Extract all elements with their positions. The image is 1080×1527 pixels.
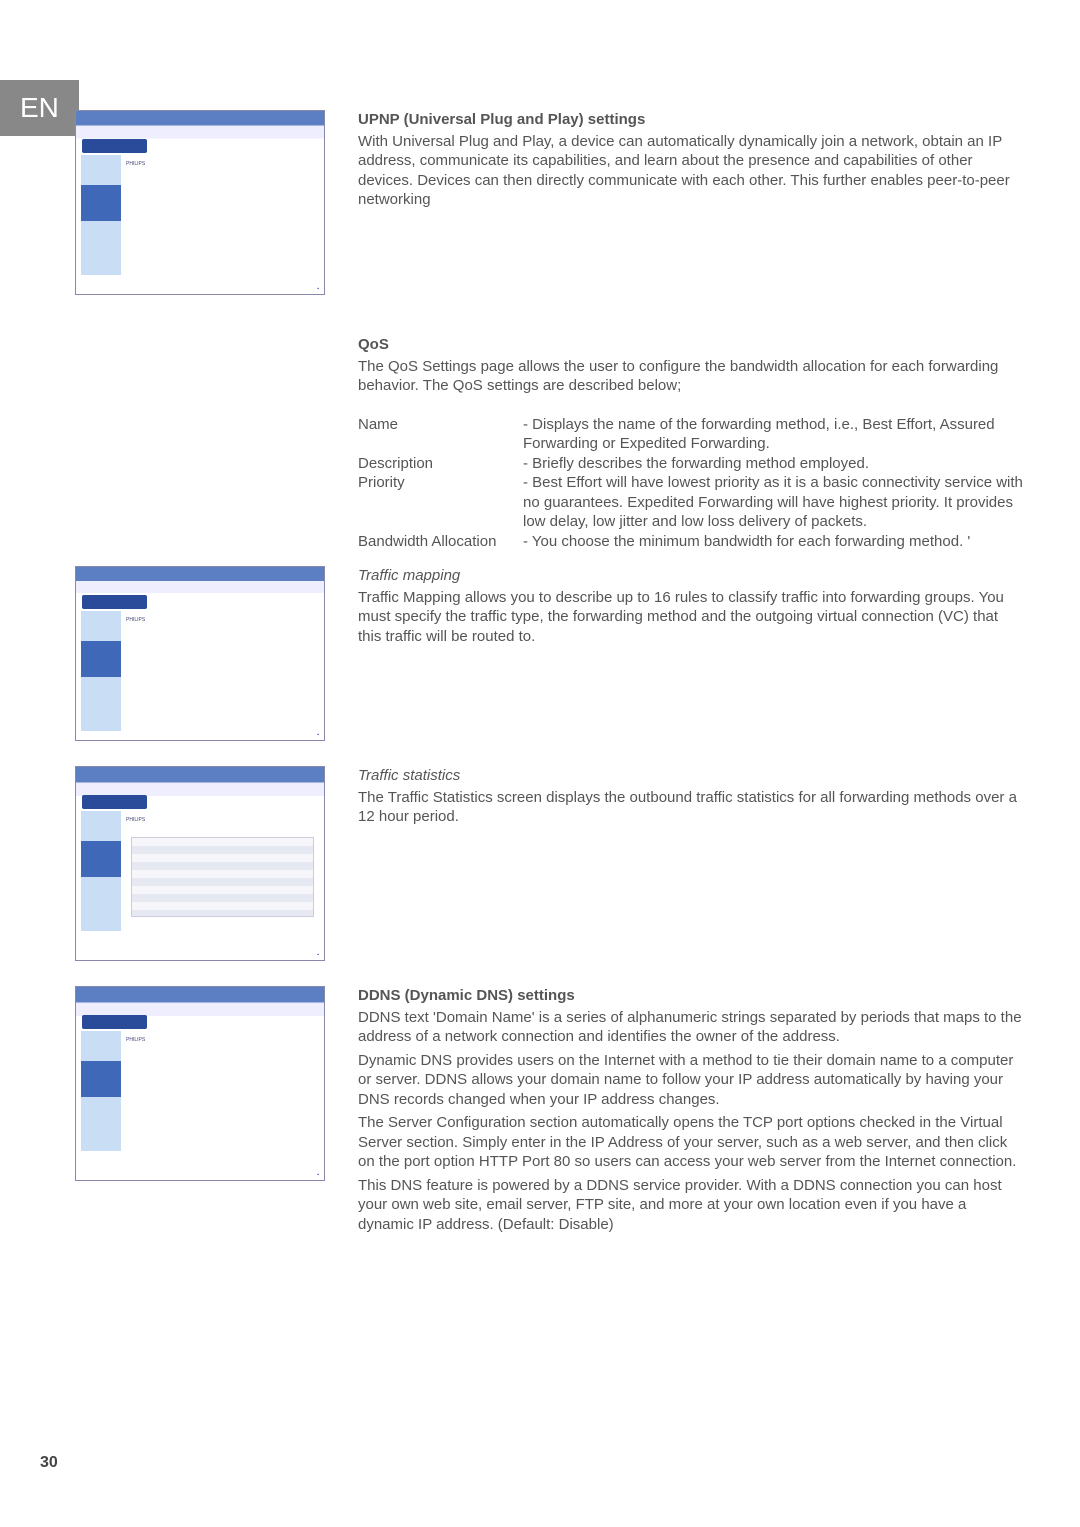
page-number: 30 <box>40 1454 58 1472</box>
upnp-screenshot-thumbnail: PHILIPS ▪ <box>75 110 325 295</box>
ddns-p4: This DNS feature is powered by a DDNS se… <box>358 1176 1025 1235</box>
qos-val: - Displays the name of the forwarding me… <box>523 415 1025 454</box>
qos-term: Name <box>358 415 523 454</box>
ddns-heading: DDNS (Dynamic DNS) settings <box>358 986 1025 1006</box>
traffic-stats-heading: Traffic statistics <box>358 766 1025 786</box>
qos-intro: The QoS Settings page allows the user to… <box>358 357 1025 396</box>
qos-definitions: Name - Displays the name of the forwardi… <box>358 415 1025 552</box>
qos-row: QoS The QoS Settings page allows the use… <box>75 335 1025 551</box>
qos-term: Bandwidth Allocation <box>358 532 523 552</box>
traffic-mapping-row: PHILIPS ▪ Traffic mapping Traffic Mappin… <box>75 566 1025 751</box>
language-badge: EN <box>0 80 79 136</box>
qos-term: Priority <box>358 473 523 532</box>
traffic-stats-body: The Traffic Statistics screen displays t… <box>358 788 1025 827</box>
qos-val: - Briefly describes the forwarding metho… <box>523 454 1025 474</box>
ddns-p1: DDNS text 'Domain Name' is a series of a… <box>358 1008 1025 1047</box>
qos-val: - Best Effort will have lowest priority … <box>523 473 1025 532</box>
qos-val: - You choose the minimum bandwidth for e… <box>523 532 1025 552</box>
traffic-stats-row: PHILIPS ▪ Traffic statistics The Traffic… <box>75 766 1025 971</box>
traffic-mapping-heading: Traffic mapping <box>358 566 1025 586</box>
upnp-body: With Universal Plug and Play, a device c… <box>358 132 1025 210</box>
upnp-row: PHILIPS ▪ UPNP (Universal Plug and Play)… <box>75 110 1025 305</box>
ddns-p2: Dynamic DNS provides users on the Intern… <box>358 1051 1025 1110</box>
traffic-mapping-thumbnail: PHILIPS ▪ <box>75 566 325 741</box>
ddns-p3: The Server Configuration section automat… <box>358 1113 1025 1172</box>
qos-heading: QoS <box>358 335 1025 355</box>
ddns-row: PHILIPS ▪ DDNS (Dynamic DNS) settings DD… <box>75 986 1025 1238</box>
upnp-heading: UPNP (Universal Plug and Play) settings <box>358 110 1025 130</box>
traffic-mapping-body: Traffic Mapping allows you to describe u… <box>358 588 1025 647</box>
traffic-stats-thumbnail: PHILIPS ▪ <box>75 766 325 961</box>
qos-term: Description <box>358 454 523 474</box>
ddns-thumbnail: PHILIPS ▪ <box>75 986 325 1181</box>
page-content: PHILIPS ▪ UPNP (Universal Plug and Play)… <box>75 110 1025 1238</box>
